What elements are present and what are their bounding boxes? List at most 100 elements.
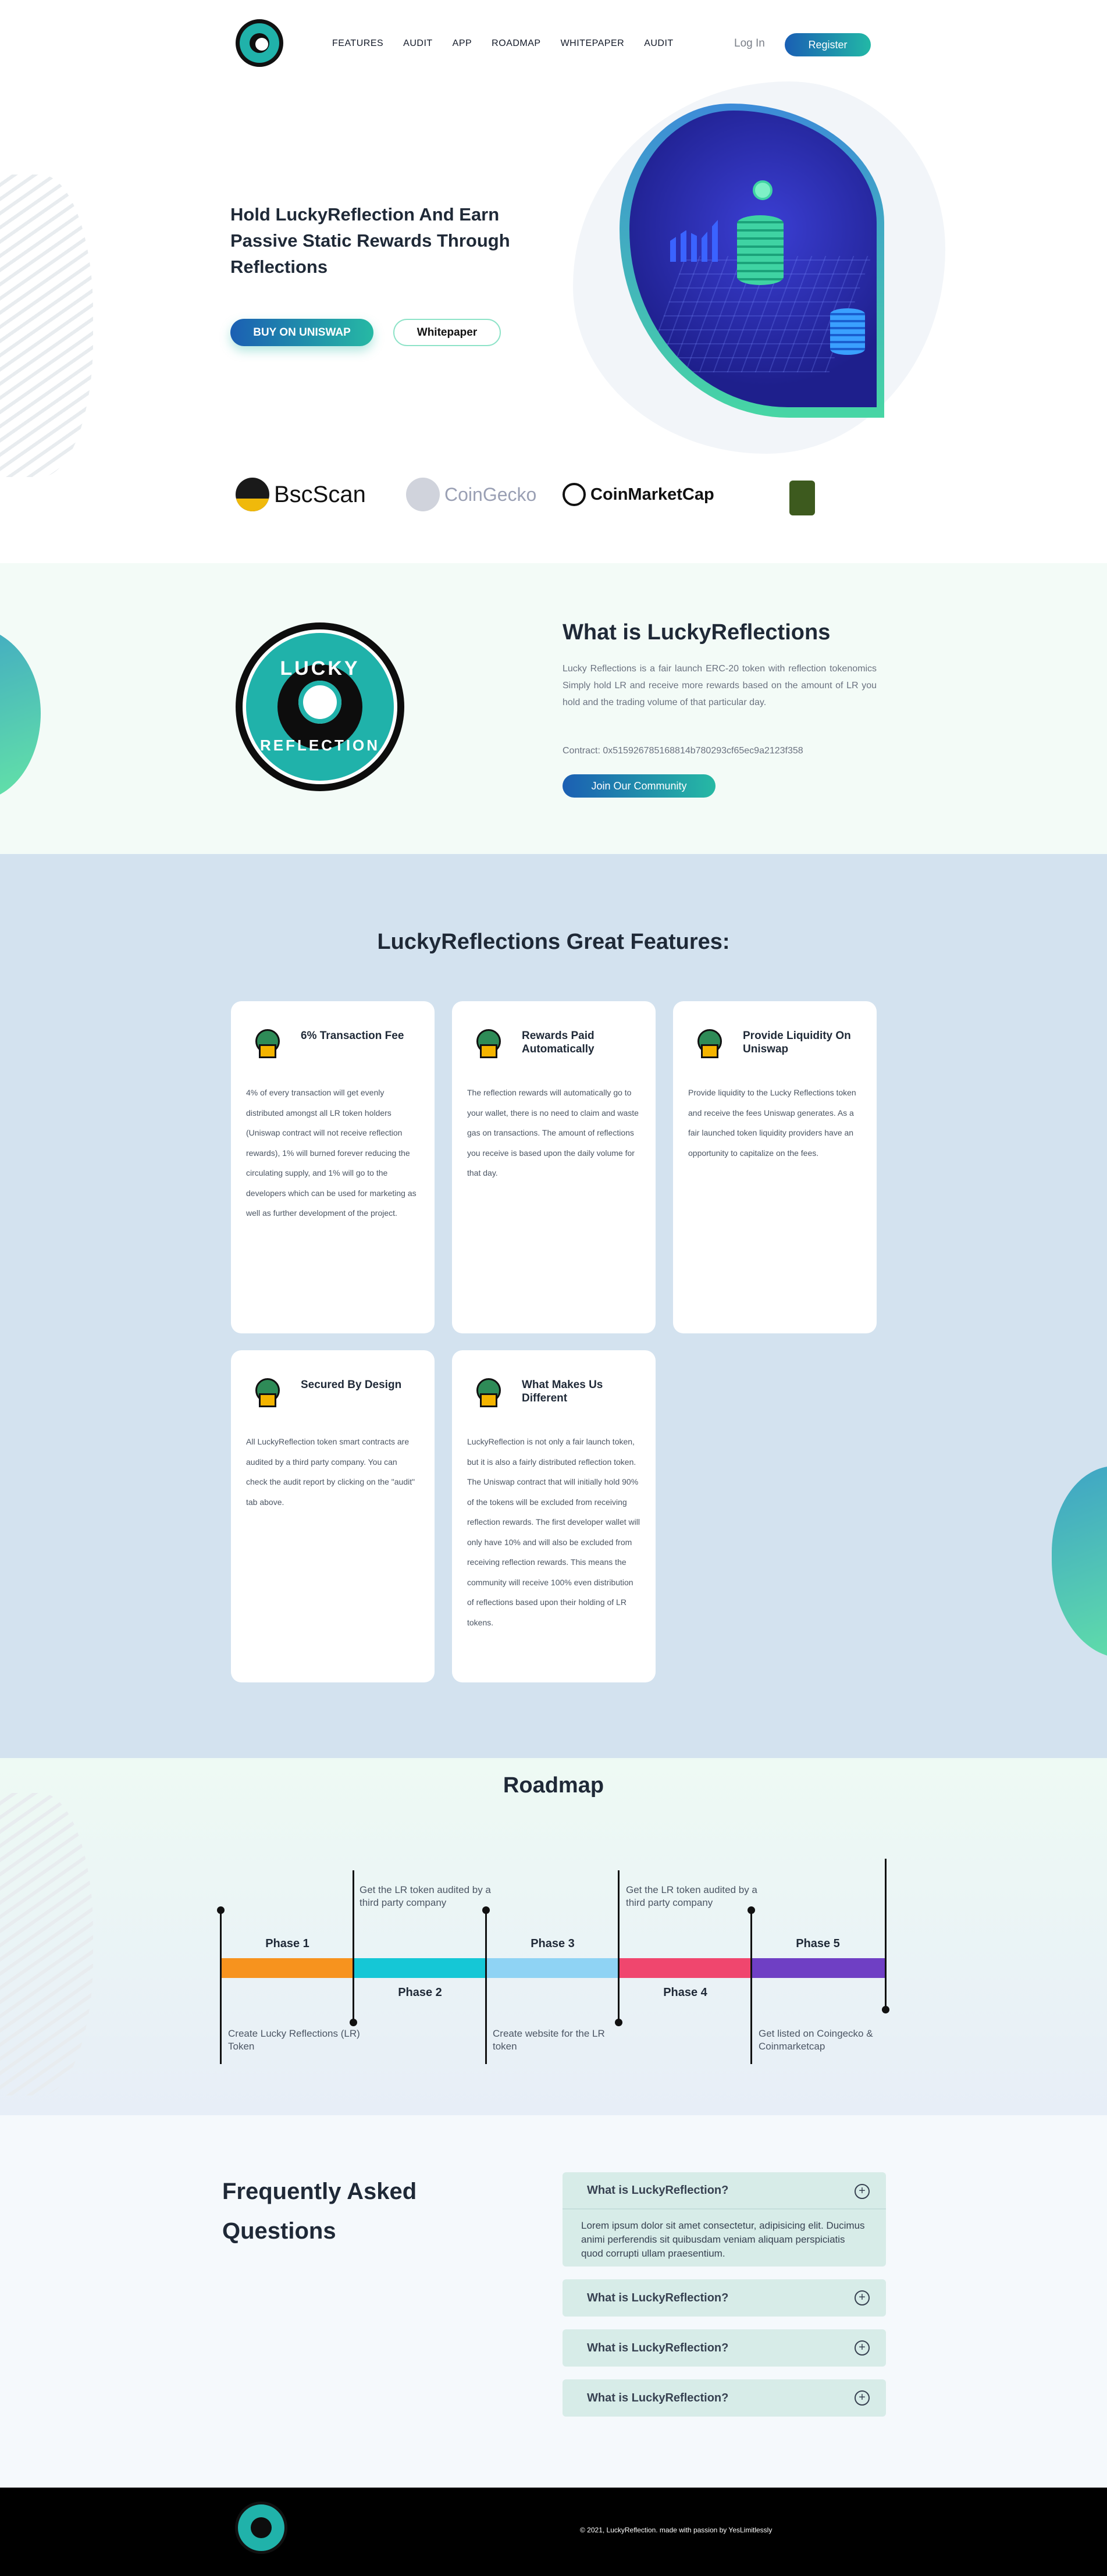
decorative-stripes bbox=[0, 175, 93, 477]
coingecko-icon bbox=[406, 478, 440, 511]
roadmap-segment bbox=[486, 1958, 619, 1978]
feature-title: 6% Transaction Fee bbox=[301, 1030, 404, 1042]
bscscan-text: BscScan bbox=[274, 481, 366, 507]
roadmap-segment bbox=[221, 1958, 354, 1978]
logo-word-top: LUCKY bbox=[280, 657, 360, 679]
security-icon bbox=[250, 1374, 286, 1410]
feature-text: Provide liquidity to the Lucky Reflectio… bbox=[688, 1088, 856, 1158]
faq-question[interactable]: What is LuckyReflection? bbox=[587, 2342, 728, 2355]
decorative-blob bbox=[1052, 1466, 1107, 1658]
feature-text: The reflection rewards will automaticall… bbox=[467, 1088, 639, 1177]
coingecko-logo[interactable]: CoinGecko bbox=[406, 477, 536, 512]
nav-whitepaper[interactable]: WHITEPAPER bbox=[561, 38, 625, 49]
roadmap-section bbox=[0, 1758, 1107, 2115]
phase-label: Phase 2 bbox=[398, 1986, 442, 1999]
timeline-dot bbox=[350, 2019, 357, 2026]
join-community-button[interactable]: Join Our Community bbox=[563, 774, 716, 798]
timeline-marker bbox=[750, 1910, 752, 2064]
different-icon bbox=[471, 1374, 507, 1410]
feature-text: LuckyReflection is not only a fair launc… bbox=[467, 1437, 640, 1627]
coin-stack bbox=[737, 215, 784, 285]
hero-illustration bbox=[629, 111, 877, 407]
faq-question[interactable]: What is LuckyReflection? bbox=[587, 2184, 728, 2197]
expand-icon[interactable]: + bbox=[855, 2290, 870, 2305]
roadmap-note: Get the LR token audited by a third part… bbox=[359, 1884, 491, 1908]
feature-text: 4% of every transaction will get evenly … bbox=[246, 1088, 417, 1218]
feature-card: 6% Transaction Fee 4% of every transacti… bbox=[231, 1001, 435, 1333]
site-header: FEATURES AUDIT APP ROADMAP WHITEPAPER AU… bbox=[0, 0, 1107, 87]
roadmap-note: Get the LR token audited by a third part… bbox=[626, 1884, 757, 1908]
roadmap-title: Roadmap bbox=[503, 1773, 604, 1798]
footer-logo[interactable] bbox=[235, 2502, 287, 2554]
nav-features[interactable]: FEATURES bbox=[332, 38, 383, 49]
faq-item-expanded[interactable]: What is LuckyReflection? + Lorem ipsum d… bbox=[563, 2172, 886, 2267]
decorative-blob bbox=[0, 626, 41, 800]
nav-app[interactable]: APP bbox=[453, 38, 472, 49]
transaction-fee-icon bbox=[250, 1024, 286, 1061]
timeline-marker bbox=[485, 1910, 487, 2064]
faq-item[interactable]: What is LuckyReflection? + bbox=[563, 2329, 886, 2367]
bscscan-logo[interactable]: BscScan bbox=[236, 477, 366, 512]
faq-title: Frequently Asked Questions bbox=[222, 2179, 417, 2244]
site-logo[interactable] bbox=[236, 19, 283, 67]
roadmap-segment bbox=[354, 1958, 486, 1978]
footer-copyright: © 2021, LuckyReflection. made with passi… bbox=[580, 2526, 773, 2534]
roadmap-note: Create website for the LR token bbox=[493, 2028, 605, 2052]
feature-card: Secured By Design All LuckyReflection to… bbox=[231, 1350, 435, 1682]
phase-label: Phase 3 bbox=[531, 1937, 575, 1950]
expand-icon[interactable]: + bbox=[855, 2340, 870, 2356]
phase-label: Phase 1 bbox=[265, 1937, 309, 1950]
faq-question[interactable]: What is LuckyReflection? bbox=[587, 2292, 728, 2305]
login-link[interactable]: Log In bbox=[734, 37, 765, 50]
nav-audit-2[interactable]: AUDIT bbox=[644, 38, 674, 49]
timeline-dot bbox=[882, 2006, 889, 2013]
faq-section bbox=[0, 2115, 1107, 2488]
bscscan-icon bbox=[236, 478, 269, 511]
about-title: What is LuckyReflections bbox=[563, 620, 831, 645]
timeline-dot bbox=[217, 1906, 225, 1914]
register-button[interactable]: Register bbox=[785, 33, 871, 56]
feature-title: Provide Liquidity On Uniswap bbox=[743, 1030, 851, 1055]
decorative-stripes bbox=[0, 1793, 93, 2095]
faq-item[interactable]: What is LuckyReflection? + bbox=[563, 2279, 886, 2317]
timeline-marker bbox=[353, 1870, 354, 2022]
coinmarketcap-icon bbox=[563, 483, 586, 506]
feature-card: Provide Liquidity On Uniswap Provide liq… bbox=[673, 1001, 877, 1333]
bar-graphic bbox=[670, 215, 722, 262]
partner-badge-icon[interactable] bbox=[789, 481, 815, 515]
clover-icon bbox=[298, 681, 341, 724]
faq-item[interactable]: What is LuckyReflection? + bbox=[563, 2379, 886, 2417]
faq-answer: Lorem ipsum dolor sit amet consectetur, … bbox=[581, 2220, 865, 2259]
logo-word-bottom: REFLECTION bbox=[259, 736, 380, 754]
whitepaper-button[interactable]: Whitepaper bbox=[393, 319, 501, 346]
feature-card: Rewards Paid Automatically The reflectio… bbox=[452, 1001, 656, 1333]
timeline-dot bbox=[615, 2019, 622, 2026]
nav-roadmap[interactable]: ROADMAP bbox=[492, 38, 540, 49]
faq-divider bbox=[563, 2208, 886, 2209]
feature-card: What Makes Us Different LuckyReflection … bbox=[452, 1350, 656, 1682]
clover-icon bbox=[255, 38, 268, 51]
feature-title: Rewards Paid Automatically bbox=[522, 1030, 595, 1055]
about-section bbox=[0, 563, 1107, 854]
coinmarketcap-logo[interactable]: CoinMarketCap bbox=[563, 477, 714, 512]
timeline-marker bbox=[885, 1859, 887, 2010]
liquidity-icon bbox=[692, 1024, 728, 1061]
feature-title: What Makes Us Different bbox=[522, 1379, 603, 1404]
rewards-icon bbox=[471, 1024, 507, 1061]
timeline-marker bbox=[618, 1870, 620, 2022]
main-nav: FEATURES AUDIT APP ROADMAP WHITEPAPER AU… bbox=[332, 38, 693, 49]
expand-icon[interactable]: + bbox=[855, 2390, 870, 2406]
buy-on-uniswap-button[interactable]: BUY ON UNISWAP bbox=[230, 319, 373, 346]
feature-text: All LuckyReflection token smart contract… bbox=[246, 1437, 415, 1507]
faq-question[interactable]: What is LuckyReflection? bbox=[587, 2392, 728, 2405]
expand-icon[interactable]: + bbox=[855, 2184, 870, 2199]
roadmap-segment bbox=[752, 1958, 886, 1978]
feature-title: Secured By Design bbox=[301, 1379, 402, 1391]
coinmarketcap-text: CoinMarketCap bbox=[590, 485, 714, 504]
nav-audit[interactable]: AUDIT bbox=[403, 38, 433, 49]
roadmap-note: Get listed on Coingecko & Coinmarketcap bbox=[759, 2028, 873, 2052]
phase-label: Phase 4 bbox=[663, 1986, 707, 1999]
timeline-marker bbox=[220, 1910, 222, 2064]
features-title: LuckyReflections Great Features: bbox=[377, 930, 730, 954]
lucky-reflection-logo: LUCKY REFLECTION bbox=[236, 622, 404, 791]
